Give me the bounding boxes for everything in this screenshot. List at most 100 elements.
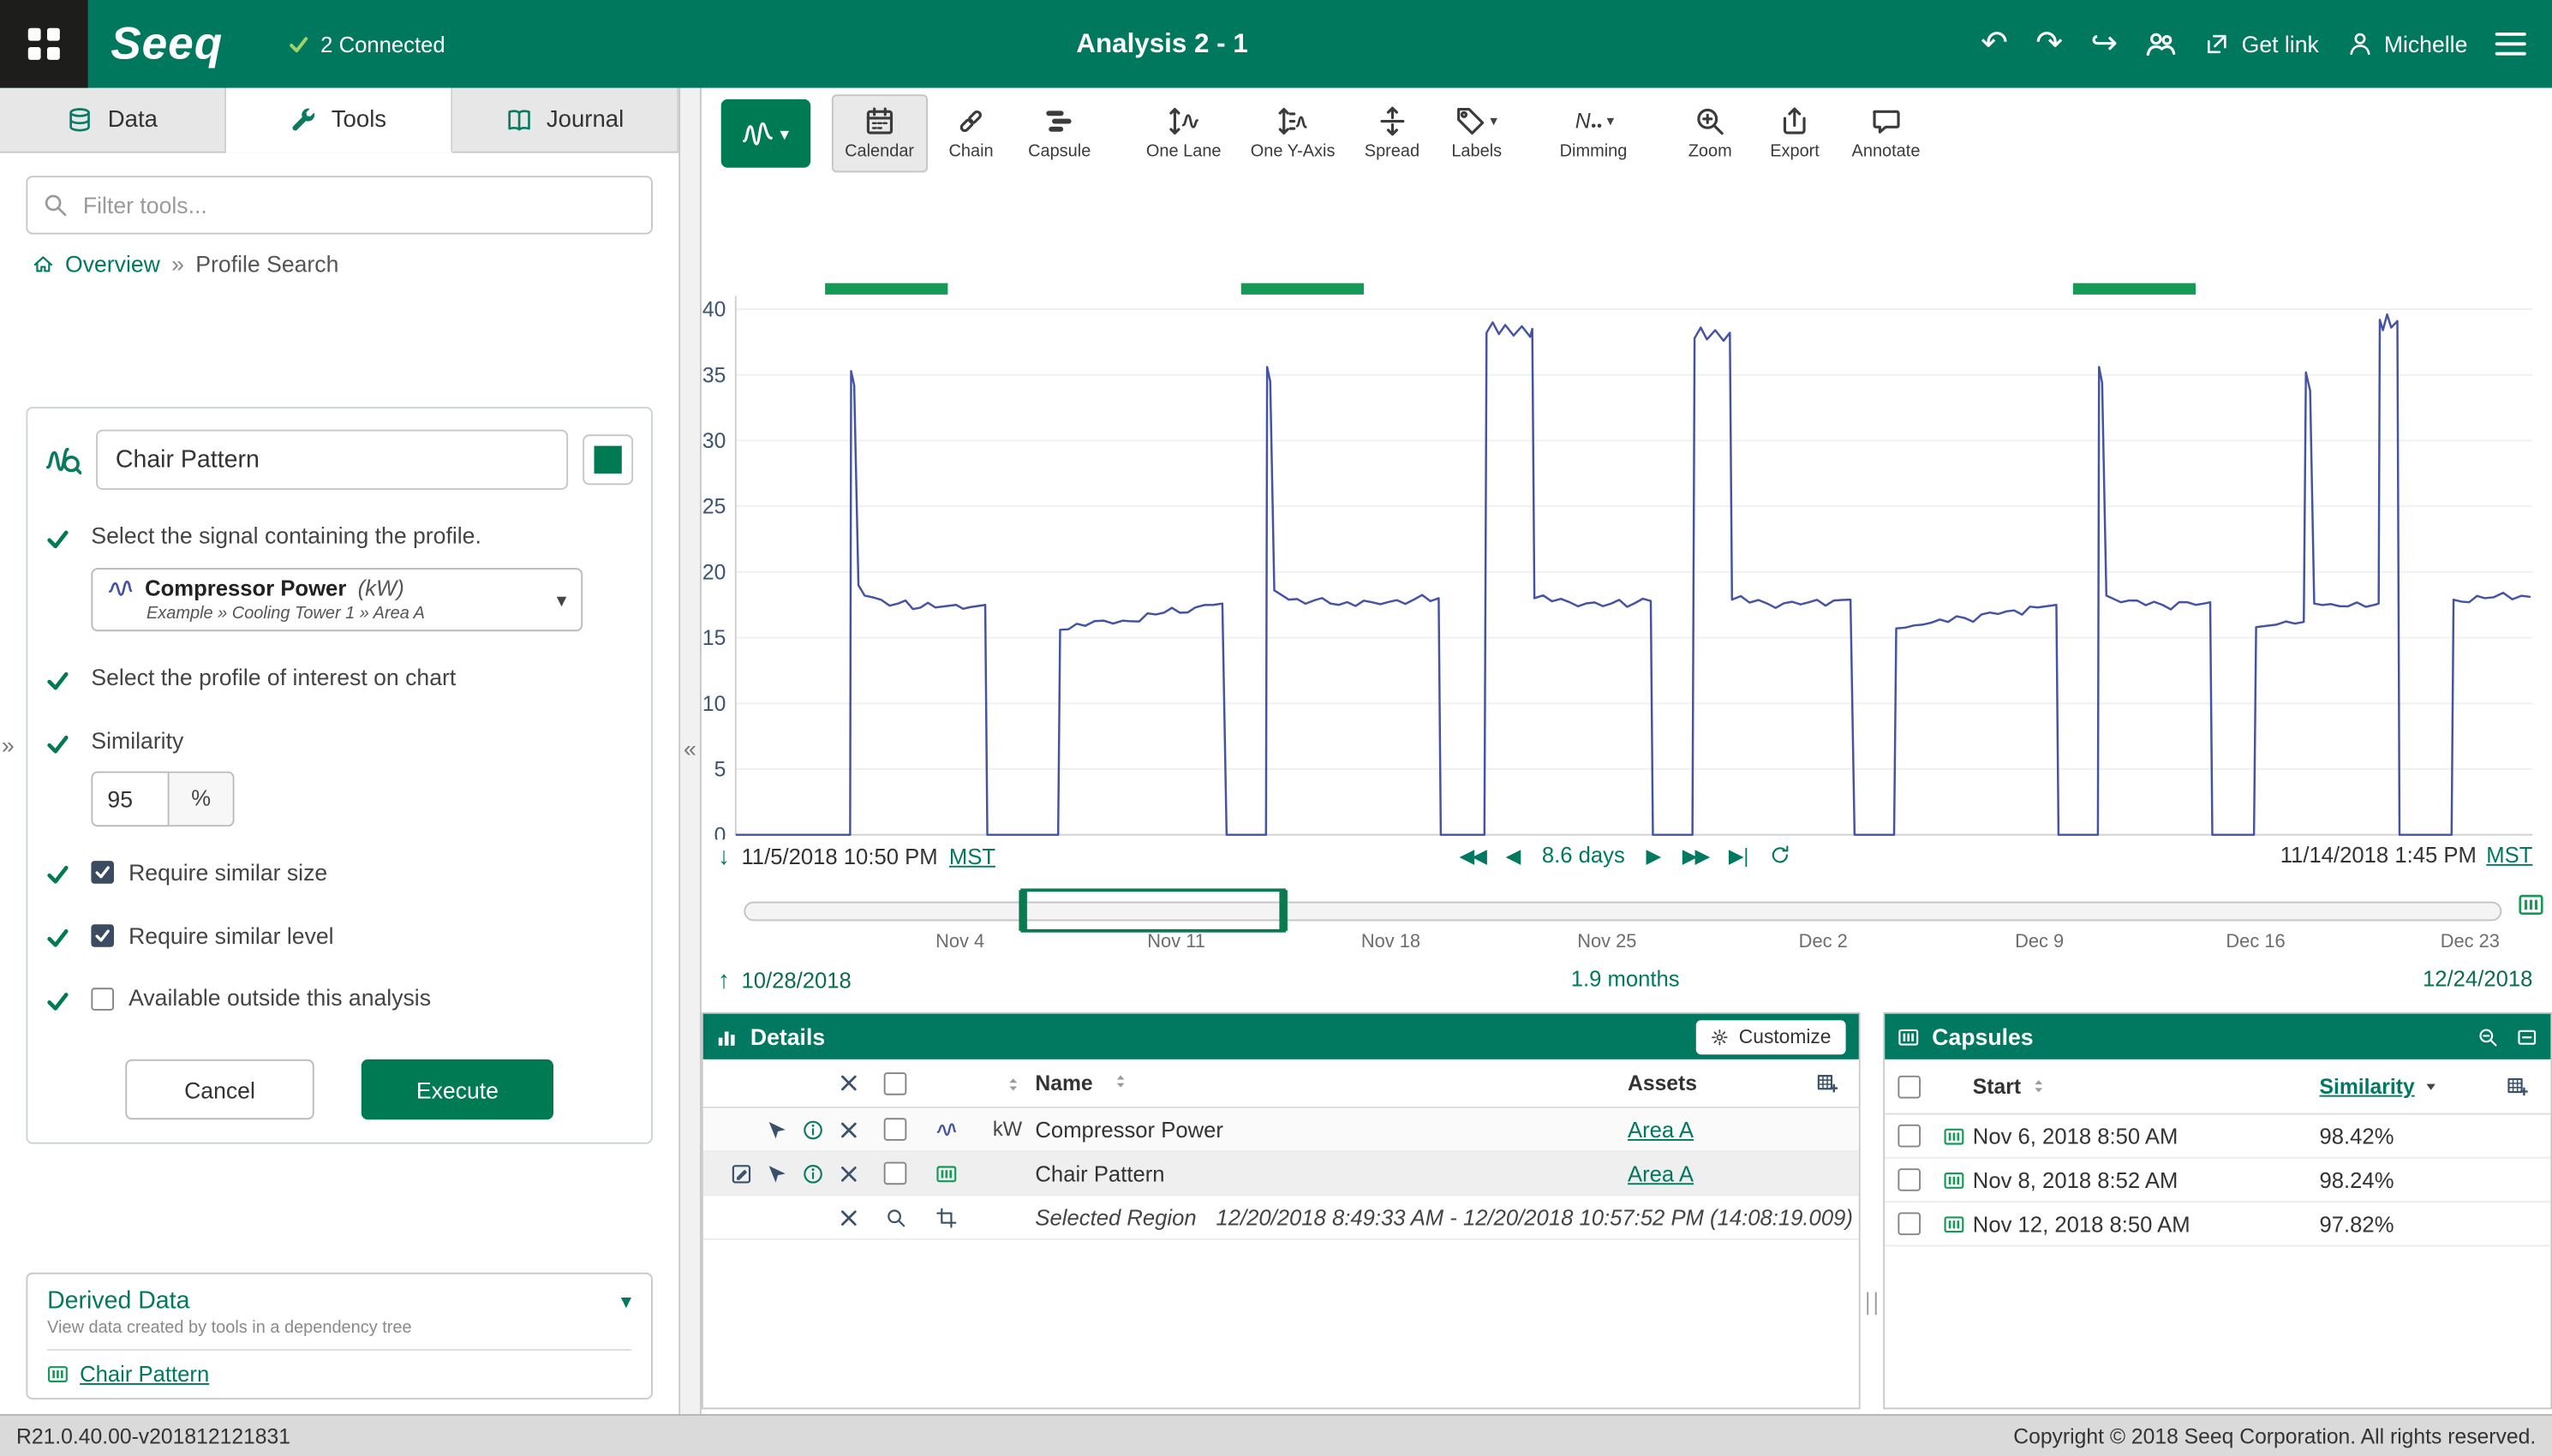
investigate-start-arrow-icon[interactable]: ↑ <box>718 967 730 994</box>
navigate-button[interactable] <box>767 1119 788 1140</box>
toolbar-dimming-button[interactable]: N▾ Dimming <box>1546 94 1640 172</box>
tab-data[interactable]: Data <box>0 88 226 152</box>
connection-status[interactable]: 2 Connected <box>288 32 445 56</box>
range-end-date[interactable]: 11/14/2018 1:45 PM <box>2280 843 2477 868</box>
capsule-lane-icon[interactable] <box>2518 892 2543 917</box>
capsule-row[interactable]: Nov 6, 2018 8:50 AM 98.42% <box>1885 1115 2550 1159</box>
remove-button[interactable] <box>839 1163 860 1184</box>
capsule-row[interactable]: Nov 12, 2018 8:50 AM 97.82% <box>1885 1202 2550 1246</box>
investigate-start-date[interactable]: 10/28/2018 <box>741 969 851 994</box>
capsules-select-all-checkbox[interactable] <box>1898 1075 1921 1098</box>
details-row-selected-region[interactable]: Selected Region 12/20/2018 8:49:33 AM - … <box>703 1196 1859 1240</box>
app-grid-button[interactable] <box>0 0 88 88</box>
row-checkbox[interactable] <box>884 1162 907 1185</box>
toolbar-export-button[interactable]: Export <box>1754 94 1836 172</box>
navigate-button[interactable] <box>767 1163 788 1184</box>
home-icon[interactable] <box>33 253 54 274</box>
option-checkbox[interactable] <box>91 988 114 1011</box>
step-forward-fast-button[interactable]: ▶▶ <box>1682 844 1707 867</box>
option-checkbox[interactable] <box>91 924 114 947</box>
sort-icon[interactable] <box>1004 1075 1022 1093</box>
timeline-left-handle[interactable] <box>1019 890 1027 931</box>
asset-link[interactable]: Area A <box>1628 1117 1694 1142</box>
trend-chart[interactable]: 0510152025303540Nov 6Nov 7Nov 8Nov 9Nov … <box>702 179 2552 839</box>
share-forward-button[interactable]: ↪ <box>2090 27 2118 60</box>
tab-journal[interactable]: Journal <box>452 88 678 152</box>
undo-button[interactable]: ↶ <box>1981 27 2008 60</box>
edit-button[interactable] <box>731 1163 752 1184</box>
sort-icon[interactable] <box>2029 1077 2047 1095</box>
info-button[interactable] <box>803 1163 824 1184</box>
capsule-checkbox[interactable] <box>1898 1125 1921 1148</box>
similarity-input[interactable] <box>91 771 169 826</box>
select-all-checkbox[interactable] <box>884 1071 907 1095</box>
chart-svg[interactable]: 0510152025303540Nov 6Nov 7Nov 8Nov 9Nov … <box>702 179 2552 839</box>
capsules-col-similarity[interactable]: Similarity <box>2320 1074 2415 1099</box>
toolbar-annotate-button[interactable]: Annotate <box>1838 94 1933 172</box>
step-back-fast-button[interactable]: ◀◀ <box>1460 844 1485 867</box>
trend-view-button[interactable]: ▾ <box>721 99 811 168</box>
hamburger-menu-button[interactable] <box>2495 27 2526 61</box>
get-link-button[interactable]: Get link <box>2204 31 2319 57</box>
chevron-down-icon[interactable]: ▾ <box>621 1288 631 1314</box>
step-forward-button[interactable]: ▶ <box>1647 844 1662 867</box>
capsule-checkbox[interactable] <box>1898 1168 1921 1191</box>
timeline-track[interactable] <box>744 902 2501 922</box>
range-end-timezone[interactable]: MST <box>2486 843 2532 868</box>
expand-panel-handle[interactable]: » <box>2 732 15 758</box>
zoom-capsule-icon[interactable] <box>2477 1026 2499 1047</box>
users-icon[interactable] <box>2146 28 2177 59</box>
customize-button[interactable]: Customize <box>1696 1019 1845 1053</box>
details-row-chair-pattern[interactable]: Chair Pattern Area A <box>703 1152 1859 1196</box>
remove-button[interactable] <box>839 1119 860 1140</box>
add-column-icon[interactable] <box>1815 1072 1837 1094</box>
toolbar-capsule-button[interactable]: Capsule <box>1015 94 1104 172</box>
toolbar-calendar-button[interactable]: Calendar <box>832 94 927 172</box>
splitter-grip[interactable] <box>1867 1292 1876 1316</box>
step-to-end-button[interactable]: ▶| <box>1729 844 1748 867</box>
capsule-row[interactable]: Nov 8, 2018 8:52 AM 98.24% <box>1885 1159 2550 1202</box>
capsule-checkbox[interactable] <box>1898 1213 1921 1236</box>
collapse-panel-icon[interactable] <box>2516 1026 2537 1047</box>
zoom-to-region-button[interactable] <box>885 1207 906 1228</box>
asset-link[interactable]: Area A <box>1628 1161 1694 1186</box>
user-menu[interactable]: Michelle <box>2346 31 2467 57</box>
derived-item-link[interactable]: Chair Pattern <box>80 1362 209 1387</box>
add-column-icon[interactable] <box>2506 1076 2527 1097</box>
toolbar-one-y-axis-button[interactable]: One Y-Axis <box>1238 94 1348 172</box>
refresh-icon[interactable] <box>1770 844 1791 866</box>
color-swatch-button[interactable] <box>583 434 633 485</box>
remove-all-button[interactable] <box>839 1072 860 1094</box>
overview-timeline[interactable]: Nov 4Nov 11Nov 18Nov 25Dec 2Dec 9Dec 16D… <box>744 888 2501 963</box>
range-duration[interactable]: 8.6 days <box>1542 843 1625 868</box>
tab-tools[interactable]: Tools <box>226 88 452 153</box>
toolbar-one-lane-button[interactable]: One Lane <box>1133 94 1234 172</box>
crop-region-button[interactable] <box>935 1207 957 1228</box>
range-start-date[interactable]: 11/5/2018 10:50 PM <box>741 844 937 869</box>
found-capsule-bar[interactable] <box>825 283 947 295</box>
toolbar-labels-button[interactable]: ▾ Labels <box>1436 94 1517 172</box>
step-back-button[interactable]: ◀ <box>1506 844 1521 867</box>
toolbar-spread-button[interactable]: Spread <box>1351 94 1432 172</box>
breadcrumb-overview[interactable]: Overview <box>65 251 160 277</box>
range-start-timezone[interactable]: MST <box>949 844 995 869</box>
execute-button[interactable]: Execute <box>362 1060 553 1120</box>
timeline-selection-window[interactable] <box>1019 888 1285 932</box>
filter-tools-input[interactable] <box>26 176 652 234</box>
info-button[interactable] <box>803 1119 824 1140</box>
investigate-duration[interactable]: 1.9 months <box>1571 967 1680 992</box>
range-start-arrow-icon[interactable]: ↓ <box>718 843 730 870</box>
sort-icon[interactable] <box>1113 1072 1131 1090</box>
cancel-button[interactable]: Cancel <box>125 1060 314 1120</box>
toolbar-chain-button[interactable]: Chain <box>930 94 1012 172</box>
signal-trace[interactable] <box>736 314 2531 835</box>
timeline-right-handle[interactable] <box>1279 890 1288 931</box>
redo-button[interactable]: ↷ <box>2035 27 2063 60</box>
signal-select-dropdown[interactable]: Compressor Power (kW) Example » Cooling … <box>91 568 583 631</box>
panel-splitter[interactable] <box>1861 1012 1884 1410</box>
tool-name-input[interactable] <box>96 430 568 490</box>
details-row-compressor-power[interactable]: kW Compressor Power Area A <box>703 1108 1859 1152</box>
capsules-col-start[interactable]: Start <box>1973 1074 2021 1099</box>
details-col-assets[interactable]: Assets <box>1611 1071 1794 1095</box>
investigate-end-date[interactable]: 12/24/2018 <box>2423 967 2532 992</box>
